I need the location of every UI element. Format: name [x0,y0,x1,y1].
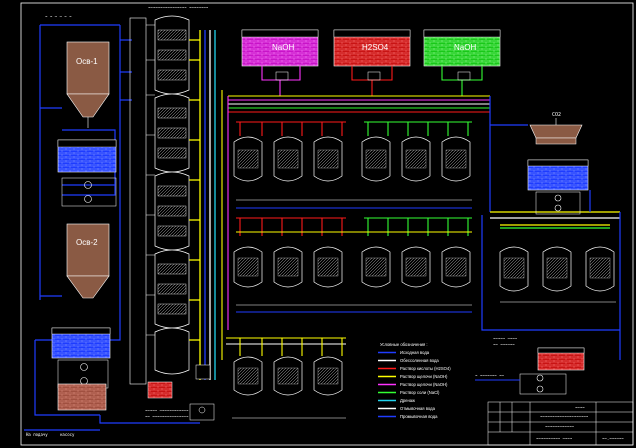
h2so4-label: H2SO4 [362,43,389,52]
legend-label: Раствор кислоты (H2SO4) [400,366,451,371]
pump-pair-1 [61,177,117,207]
ion-exchange-row-2 [233,217,472,313]
top-center-label: ~~~~~~~~~~~~~~~~ ~~~~~~~~ [148,5,209,10]
legend-label: Исходная вода [400,350,430,355]
vertical-buses [189,30,216,380]
legend-label: Обессоленная вода [400,358,439,363]
legend-label: Раствор соли (NaCl) [400,390,440,395]
clarifier-1: Осв-1 [66,41,110,128]
naoh-label: NaOH [272,43,294,52]
clarifier-2-label: Осв-2 [76,238,98,247]
legend-label: Раствор щелочи (NaOH) [400,374,448,379]
sludge-tank [57,383,107,411]
legend-label: Раствор щелочи (NaOH) [400,382,448,387]
legend-label: Промывочная вода [400,414,438,419]
decarbonized-water-tank [527,159,589,215]
right-anion-filters [499,246,616,303]
clarifier-1-label: Осв-1 [76,57,98,66]
naoh-2-label: NaOH [454,43,476,52]
title-block-right-code: ~~.~~~~~~ [602,436,624,441]
legend-label: Дренаж [400,398,415,403]
left-bottom-label: На подачу [26,432,48,437]
right-mid-label-2: ~~ ~~~~~~ [493,342,515,347]
legend-label: Отмывочная вода [400,406,436,411]
reagent-tank-naoh-2: NaOH [423,29,501,67]
reagent-pumps [275,71,471,81]
co2-label: CO2 [552,112,561,118]
title-block-line3: ~~~~~~~~~~~~ [545,424,574,429]
reagent-tank-naoh: NaOH [241,29,319,67]
right-mid-label: ~~~~~ ~~~~ [493,336,518,341]
left-bottom-label-2: насосу [60,432,75,437]
title-block-line1: ~~~~ [575,405,585,410]
process-flow-diagram: ~ ~ ~ ~ ~ ~ ~~~~~~~~~~~~~~~~ ~~~~~~~~ Ос… [20,2,634,446]
ion-exchange-row-3 [226,337,346,419]
bottom-pumps [189,403,215,421]
reagent-tank-h2so4: H2SO4 [333,29,411,67]
ion-exchange-row-1 [233,121,472,209]
clarifier-2: Осв-2 [66,223,110,299]
title-block-left-code: ~~~~~~~~~~ ~~~~ [536,436,573,441]
top-left-label: ~ ~ ~ ~ ~ ~ [45,14,72,19]
reagent-lines [221,66,490,360]
mechanical-filters [154,15,190,375]
scheme-canvas: ~ ~ ~ ~ ~ ~ ~~~~~~~~~~~~~~~~ ~~~~~~~~ Ос… [0,0,636,448]
right-bottom-label: ~ ~~~~~~~ ~~ [475,373,504,378]
regeneration-tank [519,347,585,395]
title-block-line2: ~~~~~~~~~~~~~~~~~~~~ [540,414,589,419]
filter-column-piping [129,17,155,385]
center-bottom-label-2: ~~ ~~~~~~~~~~~~~~~ [145,414,189,419]
buffer-tank-2 [51,327,111,389]
legend: Условные обозначения : Исходная вода Обес… [378,342,451,419]
center-bottom-label: ~~~~~ ~~~~~~~~~~~~ [145,408,189,413]
buffer-tank-1 [57,139,117,173]
legend-title: Условные обозначения : [380,342,428,347]
decarbonizer: CO2 [529,112,583,145]
